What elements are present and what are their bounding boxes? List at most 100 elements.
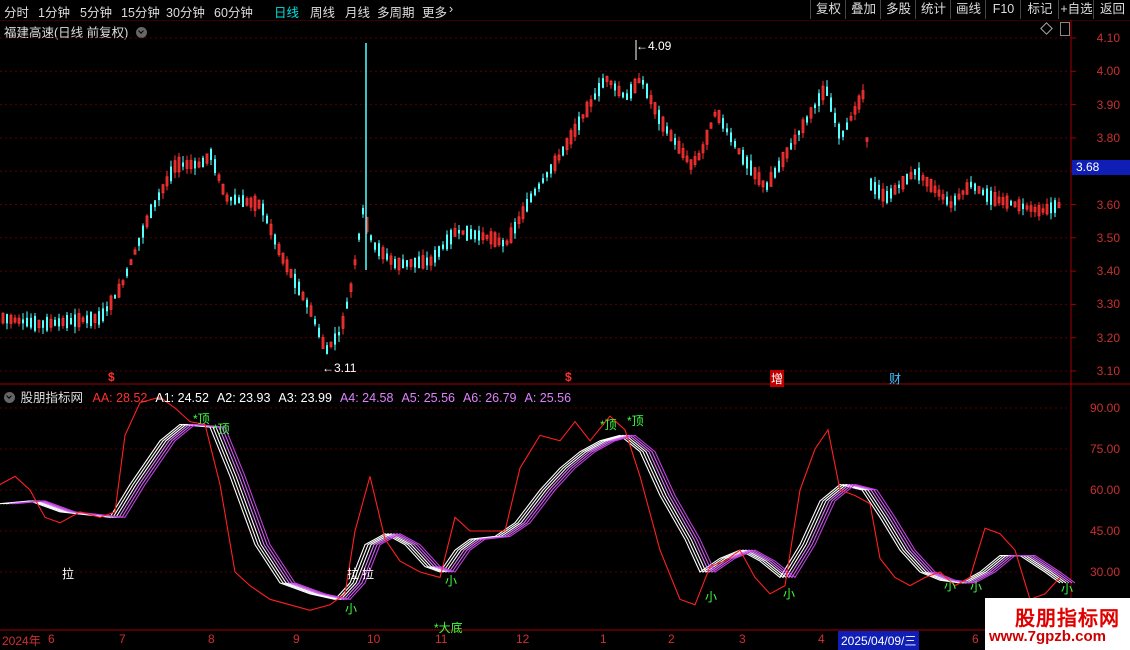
candle-down [1022,203,1024,210]
marker-zeng[interactable]: 增 [770,370,785,387]
date-label: 1 [600,632,607,646]
candle-down [594,93,596,100]
candle-down [378,243,380,257]
signal-small: 小 [705,590,718,604]
signal-small: 小 [783,587,796,601]
candle-down [318,327,320,338]
candle-down [502,240,504,247]
signal-small: 小 [1061,582,1074,596]
candle-down [238,197,240,204]
watermark-url: www.7gpzb.com [989,628,1106,645]
marker-dollar-2[interactable]: $ [565,370,572,384]
candle-down [266,215,268,224]
indicator-value-A6: A6: 26.79 [462,391,517,405]
candle-down [646,83,648,98]
candle-down [734,141,736,148]
candle-down [474,230,476,240]
candle-down [230,196,232,201]
candle-down [898,184,900,189]
candle-down [154,200,156,208]
indicator-title-bar: 股朋指标网 AA: 28.52 A1: 24.52 A2: 23.93 A3: 23.… [4,387,579,406]
candle-down [326,345,328,355]
candle-down [182,162,184,167]
candle-down [578,116,580,131]
candle-down [170,166,172,182]
candle-down [450,229,452,245]
candle-down [102,308,104,322]
signal-top-3: *顶 [600,418,617,432]
candle-down [30,317,32,328]
date-label: 8 [208,632,215,646]
candle-down [358,233,360,240]
candle-down [70,318,72,325]
candle-down [766,182,768,190]
candle-down [234,194,236,205]
candle-down [1054,200,1056,213]
signal-small: 小 [970,580,983,594]
price-tick: 3.50 [1096,230,1120,245]
indicator-tick: 30.00 [1089,565,1120,579]
low-price-label: ←3.11 [322,361,357,375]
indicator-name: 股朋指标网 [20,391,83,405]
signal-top-4: *顶 [627,414,644,428]
indicator-tick: 60.00 [1089,483,1120,497]
candle-down [530,193,532,203]
low-price-value: 3.11 [334,361,357,375]
chevron-down-icon[interactable] [4,392,15,403]
candle-down [826,86,828,96]
candle-down [394,259,396,269]
candle-down [106,306,108,312]
candle-down [26,317,28,327]
high-price-label: ←4.09 [636,39,672,53]
candle-down [526,199,528,212]
candle-down [338,332,340,336]
candle-down [370,235,372,241]
date-label: 7 [119,632,126,646]
candle-down [274,234,276,245]
candle-down [838,123,840,139]
watermark-title: 股朋指标网 [1015,608,1120,630]
indicator-tick: 90.00 [1089,401,1120,415]
candle-down [202,157,204,168]
candle-down [818,93,820,107]
candle-down [534,188,536,196]
candle-down [66,314,68,329]
signal-small: 小 [445,574,458,588]
candle-down [598,83,600,97]
date-label: 10 [367,632,381,646]
candle-down [438,246,440,257]
candle-down [374,242,376,250]
candle-down [630,84,632,99]
price-tick: 3.80 [1096,130,1120,145]
marker-dollar-1[interactable]: $ [108,370,115,384]
candle-down [114,294,116,299]
signal-la-2: 拉 [347,567,360,581]
candle-down [194,160,196,169]
current-date-label: 2025/04/09/三 [838,631,920,650]
candle-down [362,207,364,215]
candle-down [90,311,92,327]
candle-down [982,189,984,196]
candle-down [870,178,872,191]
date-label: 6 [48,632,55,646]
indicator-tick: 45.00 [1089,524,1120,538]
indicator-value-A1: A1: 24.52 [155,391,209,405]
candle-down [98,311,100,325]
candle-down [874,181,876,195]
candle-down [622,92,624,98]
candle-down [514,221,516,234]
candle-down [470,229,472,239]
price-tick: 4.00 [1096,64,1120,79]
candle-down [214,159,216,174]
candle-down [434,250,436,263]
price-tick: 3.60 [1096,197,1120,212]
candle-down [918,167,920,181]
candle-down [346,301,348,309]
candle-down [414,257,416,268]
candle-down [642,79,644,85]
marker-cai[interactable]: 财 [889,370,901,387]
candle-down [546,172,548,178]
candle-down [334,333,336,345]
candle-down [42,320,44,328]
candle-down [418,256,420,269]
